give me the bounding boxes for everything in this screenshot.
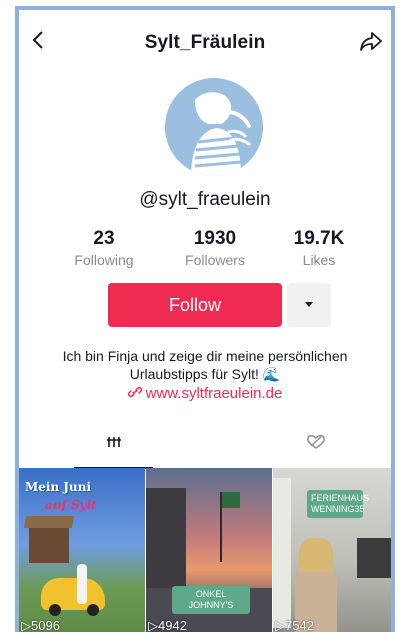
car-wheel (49, 604, 61, 616)
video-grid: Mein Juni auf Sylt ▷5096 ONKEL JOHNNY'S … (19, 468, 391, 632)
profile-link[interactable]: www.syltfraeulein.de (19, 385, 391, 402)
furniture-shape (357, 538, 391, 578)
top-bar: Sylt_Fräulein (19, 10, 391, 72)
tab-videos[interactable] (79, 434, 149, 464)
profile-link-text: www.syltfraeulein.de (145, 385, 283, 402)
follow-button[interactable]: Follow (108, 283, 282, 327)
video-badge: FERIENHAUS WENNING35 (307, 490, 369, 518)
stat-value: 19.7K (293, 228, 345, 249)
video-thumbnail[interactable]: FERIENHAUS WENNING35 ▷7542 (273, 468, 391, 632)
stat-followers[interactable]: 1930 Followers (165, 228, 265, 268)
door-frame (273, 478, 291, 628)
video-overlay-subtitle: auf Sylt (45, 498, 97, 512)
link-icon (127, 387, 142, 397)
house-shape (29, 523, 69, 563)
video-thumbnail[interactable]: Mein Juni auf Sylt ▷5096 (19, 468, 145, 632)
flag (222, 492, 240, 508)
profile-bio: Ich bin Finja und zeige dir meine persön… (62, 348, 348, 382)
stat-value: 23 (93, 228, 115, 249)
page-title: Sylt_Fräulein (144, 32, 266, 53)
phone-frame: Sylt_Fräulein @sylt_fraeulein 23 Followi… (15, 6, 395, 632)
roof-shape (23, 516, 75, 528)
caret-down-icon (305, 302, 313, 307)
follow-button-label: Follow (168, 294, 221, 315)
stat-value: 1930 (193, 228, 237, 249)
video-badge: ONKEL JOHNNY'S (172, 586, 250, 614)
view-count: ▷4942 (148, 618, 187, 632)
avatar-illustration (165, 78, 263, 176)
profile-stats: 23 Following 1930 Followers 19.7K Likes (19, 228, 391, 272)
profile-tabs (19, 426, 391, 470)
stat-likes[interactable]: 19.7K Likes (269, 228, 369, 268)
suggested-accounts-button[interactable] (287, 283, 331, 327)
profile-handle: @sylt_fraeulein (139, 189, 271, 210)
stat-label: Following (74, 252, 134, 268)
car-wheel (87, 604, 99, 616)
stat-following[interactable]: 23 Following (54, 228, 154, 268)
stat-label: Likes (302, 252, 336, 268)
video-overlay-title: Mein Juni (25, 480, 92, 494)
person-figure (77, 564, 87, 604)
avatar[interactable] (165, 78, 263, 176)
liked-heart-icon (307, 435, 325, 449)
video-thumbnail[interactable]: ONKEL JOHNNY'S ▷4942 (146, 468, 272, 632)
share-arrow-icon[interactable] (359, 30, 383, 52)
stat-label: Followers (185, 252, 245, 268)
view-count: ▷5096 (21, 618, 60, 632)
grid-icon (107, 437, 121, 447)
view-count: ▷7542 (275, 618, 314, 632)
tab-liked[interactable] (281, 434, 351, 464)
